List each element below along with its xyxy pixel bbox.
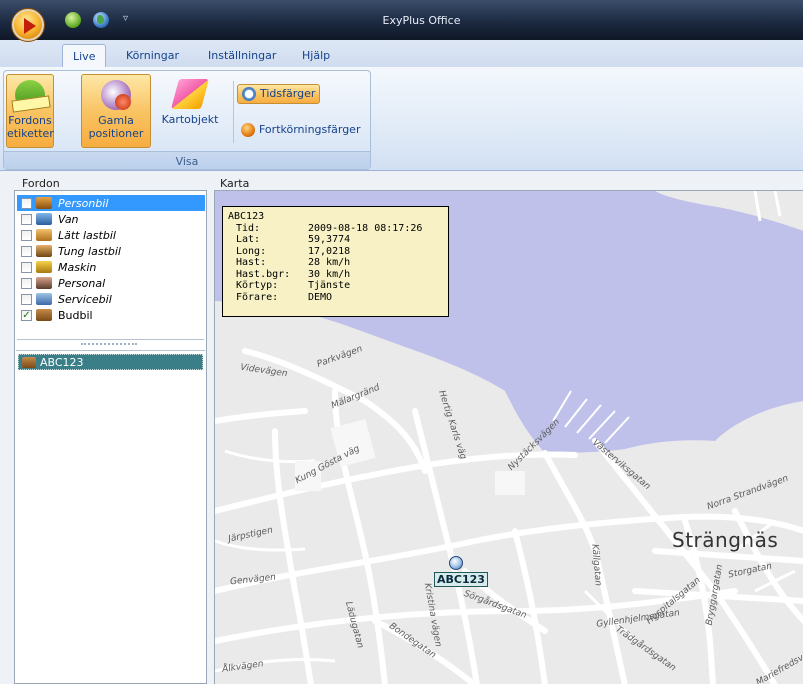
courier-icon — [36, 309, 52, 321]
ribbon-group-visa: Fordons etiketter Gamla positioner Karto… — [3, 70, 371, 170]
tab-hjalp[interactable]: Hjälp — [302, 49, 330, 62]
vehicle-type-maskin[interactable]: Maskin — [17, 259, 205, 275]
application-menu-button[interactable] — [11, 8, 45, 42]
tab-korningar[interactable]: Körningar — [126, 49, 179, 62]
tab-live[interactable]: Live — [62, 44, 107, 69]
tooltip-row: Long: 17,0218 — [236, 245, 351, 257]
checkbox-checked[interactable]: ✓ — [21, 309, 32, 321]
gamla-positioner-button[interactable]: Gamla positioner — [81, 74, 151, 148]
car-icon — [36, 197, 52, 209]
tooltip-row: Hast.bgr: 30 km/h — [236, 268, 351, 280]
checkbox[interactable] — [21, 197, 32, 209]
ribbon-separator — [233, 81, 234, 143]
fordon-panel-header: Fordon — [22, 177, 60, 190]
vehicle-type-budbil[interactable]: ✓ Budbil — [17, 307, 205, 323]
vehicle-type-servicebil[interactable]: Servicebil — [17, 291, 205, 307]
map-town-label: Strängnäs — [672, 528, 779, 552]
tooltip-row: Tid: 2009-08-18 08:17:26 — [236, 222, 423, 234]
vehicle-type-personbil[interactable]: Personbil — [17, 195, 205, 211]
play-icon — [24, 18, 36, 34]
vehicle-type-list: Personbil Van Lätt lastbil Tung lastbil … — [17, 195, 205, 323]
window-title: ExyPlus Office — [382, 14, 461, 27]
heavy-truck-icon — [36, 245, 52, 257]
tab-installningar[interactable]: Inställningar — [208, 49, 276, 62]
vehicle-type-van[interactable]: Van — [17, 211, 205, 227]
vehicle-type-latt-lastbil[interactable]: Lätt lastbil — [17, 227, 205, 243]
checkbox[interactable] — [21, 213, 32, 225]
checkbox[interactable] — [21, 293, 32, 305]
map-object-icon — [170, 79, 210, 109]
tooltip-row: Hast: 28 km/h — [236, 257, 351, 268]
van-icon — [36, 213, 52, 225]
courier-icon — [22, 356, 36, 368]
checkbox[interactable] — [21, 229, 32, 241]
tooltip-title: ABC123 — [228, 211, 265, 222]
clock-icon — [242, 87, 256, 101]
tooltip-row: Lat: 59,3774 — [236, 234, 351, 245]
person-icon — [36, 277, 52, 289]
tidsfarger-button[interactable]: Tidsfärger — [237, 84, 321, 104]
tooltip-row: Körtyp: Tjänste — [236, 280, 351, 291]
light-truck-icon — [36, 229, 52, 241]
ribbon: Fordons etiketter Gamla positioner Karto… — [0, 67, 803, 171]
speed-sign-icon — [241, 123, 255, 137]
kartobjekt-button[interactable]: Kartobjekt — [158, 74, 222, 148]
fortkorningsfarger-button[interactable]: Fortkörningsfärger — [237, 121, 364, 141]
vehicle-type-personal[interactable]: Personal — [17, 275, 205, 291]
vehicle-type-tung-lastbil[interactable]: Tung lastbil — [17, 243, 205, 259]
vehicle-marker-label[interactable]: ABC123 — [434, 572, 488, 587]
vehicle-info-tooltip: ABC123 Tid: 2009-08-18 08:17:26 Lat: 59,37… — [222, 206, 449, 317]
checkbox[interactable] — [21, 261, 32, 273]
machine-icon — [36, 261, 52, 273]
karta-panel-header: Karta — [220, 177, 250, 190]
checkbox[interactable] — [21, 277, 32, 289]
checkbox[interactable] — [21, 245, 32, 257]
vehicle-position-marker-icon[interactable] — [449, 556, 463, 570]
old-positions-icon — [101, 80, 131, 110]
vehicle-label-icon — [15, 80, 45, 110]
ribbon-group-label: Visa — [4, 151, 370, 169]
fordon-panel: Personbil Van Lätt lastbil Tung lastbil … — [14, 190, 207, 684]
tooltip-row: Förare: DEMO — [236, 291, 333, 303]
vehicle-unit-list: ABC123 — [16, 350, 205, 682]
title-bar: ▿ ExyPlus Office — [0, 0, 803, 40]
panel-splitter[interactable] — [17, 339, 204, 349]
fordons-etiketter-button[interactable]: Fordons etiketter — [6, 74, 54, 148]
vehicle-unit-row[interactable]: ABC123 — [18, 354, 203, 370]
ribbon-tab-strip: Live Körningar Inställningar Hjälp — [0, 40, 803, 69]
service-car-icon — [36, 293, 52, 305]
